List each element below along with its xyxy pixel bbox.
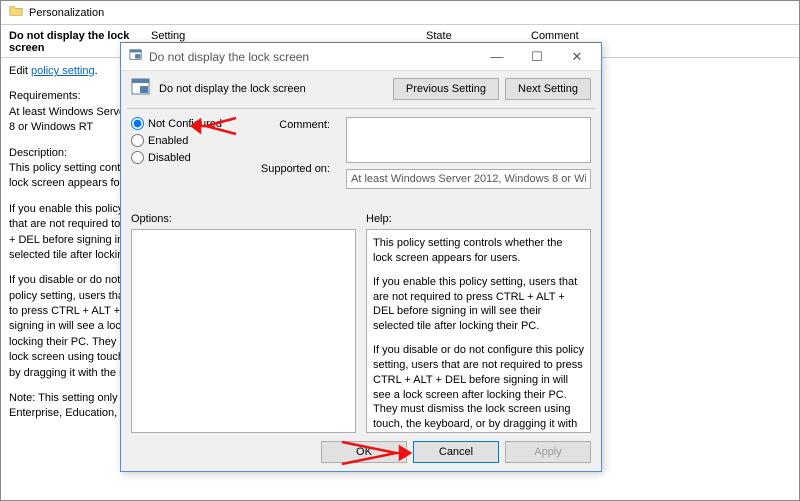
- edit-policy-link[interactable]: policy setting: [31, 65, 95, 77]
- comment-label: Comment:: [251, 117, 330, 161]
- radio-enabled[interactable]: Enabled: [131, 134, 241, 147]
- cancel-button[interactable]: Cancel: [413, 441, 499, 463]
- edit-label: Edit: [9, 65, 31, 77]
- apply-button[interactable]: Apply: [505, 441, 591, 463]
- category-header: Personalization: [1, 1, 799, 25]
- ok-button[interactable]: OK: [321, 441, 407, 463]
- policy-large-icon: [131, 77, 151, 100]
- dialog-title: Do not display the lock screen: [149, 50, 309, 64]
- help-text-3: If you disable or do not configure this …: [373, 343, 584, 433]
- help-label: Help:: [366, 213, 591, 225]
- help-text-1: This policy setting controls whether the…: [373, 236, 584, 266]
- folder-icon: [9, 4, 23, 21]
- supported-on-field: [346, 169, 591, 189]
- previous-setting-button[interactable]: Previous Setting: [393, 78, 499, 100]
- dialog-titlebar[interactable]: Do not display the lock screen — ☐ ✕: [121, 43, 601, 71]
- radio-not-configured[interactable]: Not Configured: [131, 117, 241, 130]
- policy-icon: [129, 48, 143, 65]
- supported-on-label: Supported on:: [251, 161, 330, 205]
- next-setting-button[interactable]: Next Setting: [505, 78, 591, 100]
- help-panel: This policy setting controls whether the…: [366, 229, 591, 433]
- minimize-button[interactable]: —: [477, 43, 517, 71]
- radio-disabled[interactable]: Disabled: [131, 151, 241, 164]
- options-label: Options:: [131, 213, 356, 225]
- category-title: Personalization: [29, 7, 104, 19]
- requirements-label: Requirements:: [9, 90, 81, 102]
- comment-textarea[interactable]: [346, 117, 591, 163]
- help-text-2: If you enable this policy setting, users…: [373, 275, 584, 334]
- description-label: Description:: [9, 147, 67, 159]
- close-button[interactable]: ✕: [557, 43, 597, 71]
- options-panel[interactable]: [131, 229, 356, 433]
- policy-setting-dialog: Do not display the lock screen — ☐ ✕ Do …: [120, 42, 602, 472]
- maximize-button[interactable]: ☐: [517, 43, 557, 71]
- dialog-main-title: Do not display the lock screen: [159, 83, 306, 95]
